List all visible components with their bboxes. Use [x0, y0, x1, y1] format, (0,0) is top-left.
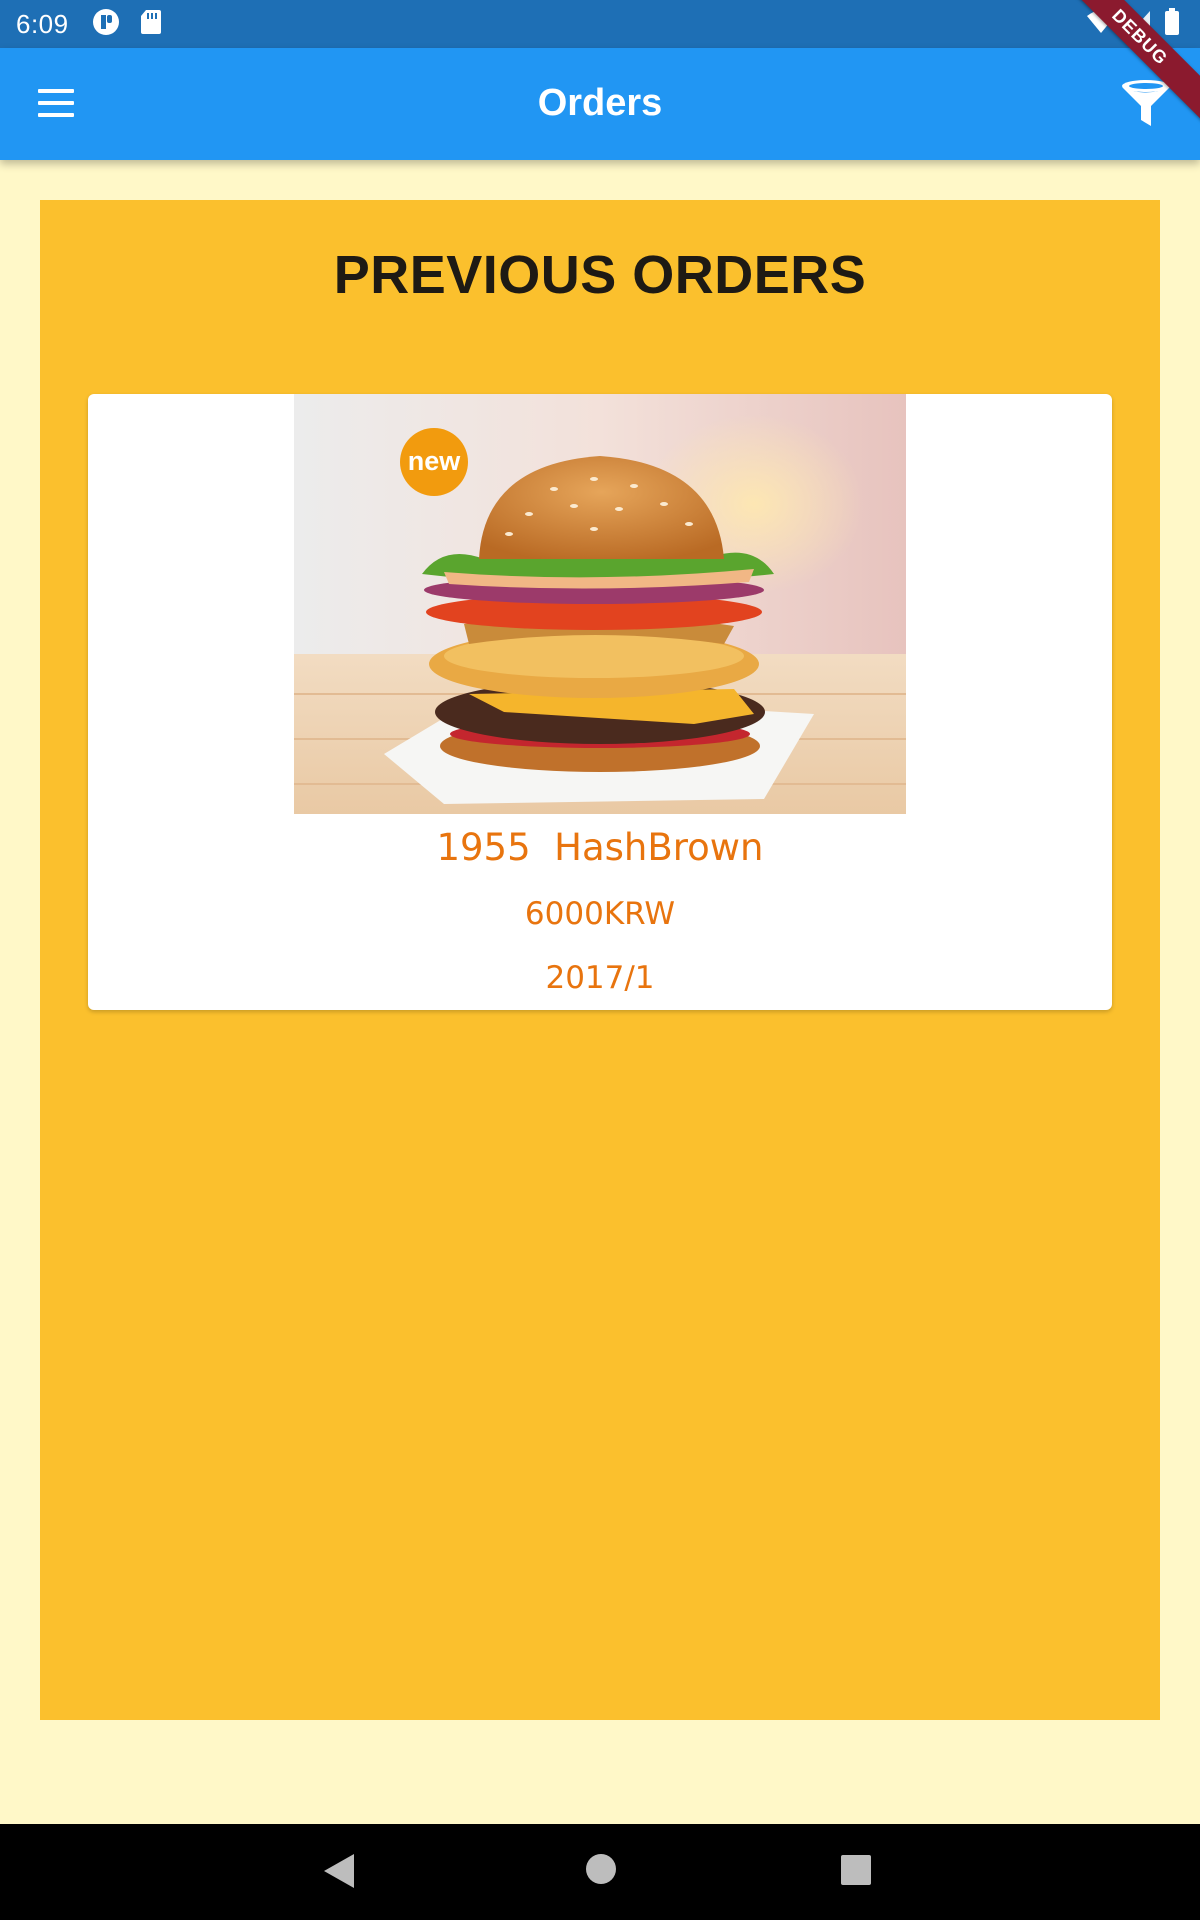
- home-icon[interactable]: [584, 1852, 618, 1891]
- filter-icon: [1120, 80, 1172, 134]
- page-title: Orders: [537, 82, 663, 124]
- status-left-icons: [91, 7, 163, 42]
- app-bar: Orders: [0, 48, 1200, 160]
- system-nav-bar: [0, 1824, 1200, 1920]
- status-time: 6:09: [16, 8, 69, 39]
- recents-icon[interactable]: [840, 1854, 872, 1891]
- back-icon[interactable]: [322, 1852, 356, 1895]
- sd-card-icon: [139, 8, 163, 41]
- order-image: new: [294, 394, 906, 814]
- cast-icon: [91, 7, 121, 42]
- order-name: 1955 HashBrown: [436, 826, 764, 869]
- status-bar: 6:09: [0, 0, 1200, 48]
- order-date: 2017/1: [545, 960, 655, 996]
- order-price: 6000KRW: [524, 896, 676, 932]
- order-card[interactable]: new 1955 HashBrown 6000KRW 2017/1: [88, 394, 1112, 1010]
- new-badge-label: new: [407, 446, 461, 476]
- orders-panel: PREVIOUS ORDERS new 1955 HashBrown 6000K…: [40, 200, 1160, 1720]
- section-heading: PREVIOUS ORDERS: [333, 245, 867, 305]
- battery-icon: [1164, 8, 1180, 41]
